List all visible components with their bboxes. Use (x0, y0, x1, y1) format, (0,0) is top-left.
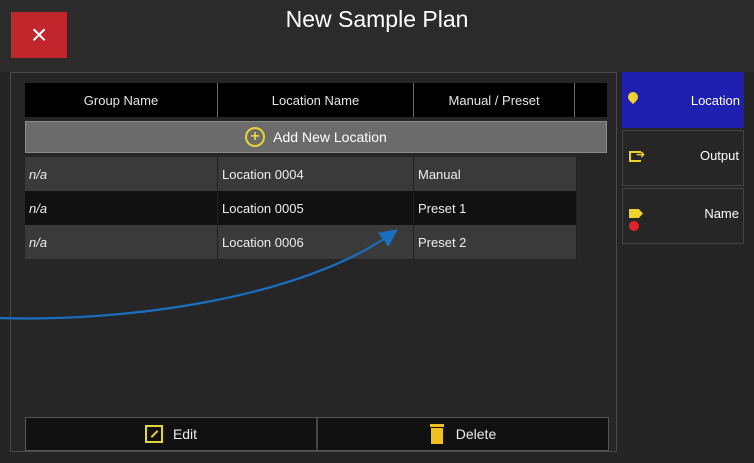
column-header-location[interactable]: Location Name (218, 83, 414, 117)
column-header-spacer (575, 83, 607, 117)
warning-icon (629, 221, 639, 231)
sidebar: Location Output Name (622, 72, 744, 246)
close-icon: × (30, 19, 48, 50)
location-cell: Location 0006 (218, 225, 414, 259)
edit-button[interactable]: Edit (26, 418, 318, 450)
tab-output[interactable]: Output (622, 130, 744, 186)
group-cell: n/a (25, 157, 218, 191)
location-cell: Location 0004 (218, 157, 414, 191)
table-row[interactable]: n/a Location 0005 Preset 1 (25, 191, 577, 225)
location-pin-icon (625, 89, 641, 105)
tab-location-label: Location (690, 93, 740, 108)
output-icon (629, 148, 645, 162)
edit-label: Edit (172, 426, 198, 442)
mode-cell: Preset 2 (414, 225, 577, 259)
column-header-mode[interactable]: Manual / Preset (414, 83, 576, 117)
trash-icon (429, 424, 444, 444)
add-new-location-button[interactable]: + Add New Location (25, 121, 607, 153)
edit-icon (144, 425, 163, 443)
mode-cell: Manual (414, 157, 577, 191)
mode-cell: Preset 1 (414, 191, 577, 225)
tag-icon (629, 209, 643, 218)
location-cell: Location 0005 (218, 191, 414, 225)
tab-name-label: Name (704, 206, 739, 221)
locations-panel: Group Name Location Name Manual / Preset… (10, 72, 617, 452)
window: × New Sample Plan Group Name Location Na… (0, 0, 754, 463)
page-title: New Sample Plan (285, 6, 469, 32)
tab-output-label: Output (699, 148, 739, 163)
tab-name[interactable]: Name (622, 188, 744, 244)
table-row[interactable]: n/a Location 0006 Preset 2 (25, 225, 577, 259)
delete-button[interactable]: Delete (318, 418, 608, 450)
table-row[interactable]: n/a Location 0004 Manual (25, 157, 577, 191)
close-button[interactable]: × (11, 12, 67, 58)
tab-location[interactable]: Location (622, 72, 744, 128)
group-cell: n/a (25, 191, 218, 225)
table-header: Group Name Location Name Manual / Preset (25, 83, 607, 117)
location-list: n/a Location 0004 Manual n/a Location 00… (25, 157, 577, 259)
add-circle-icon: + (245, 127, 266, 147)
title-bar: × New Sample Plan (0, 0, 754, 72)
group-cell: n/a (25, 225, 218, 259)
action-bar: Edit Delete (25, 417, 609, 451)
delete-label: Delete (455, 426, 497, 442)
column-header-group[interactable]: Group Name (25, 83, 218, 117)
add-new-location-label: Add New Location (273, 129, 387, 145)
